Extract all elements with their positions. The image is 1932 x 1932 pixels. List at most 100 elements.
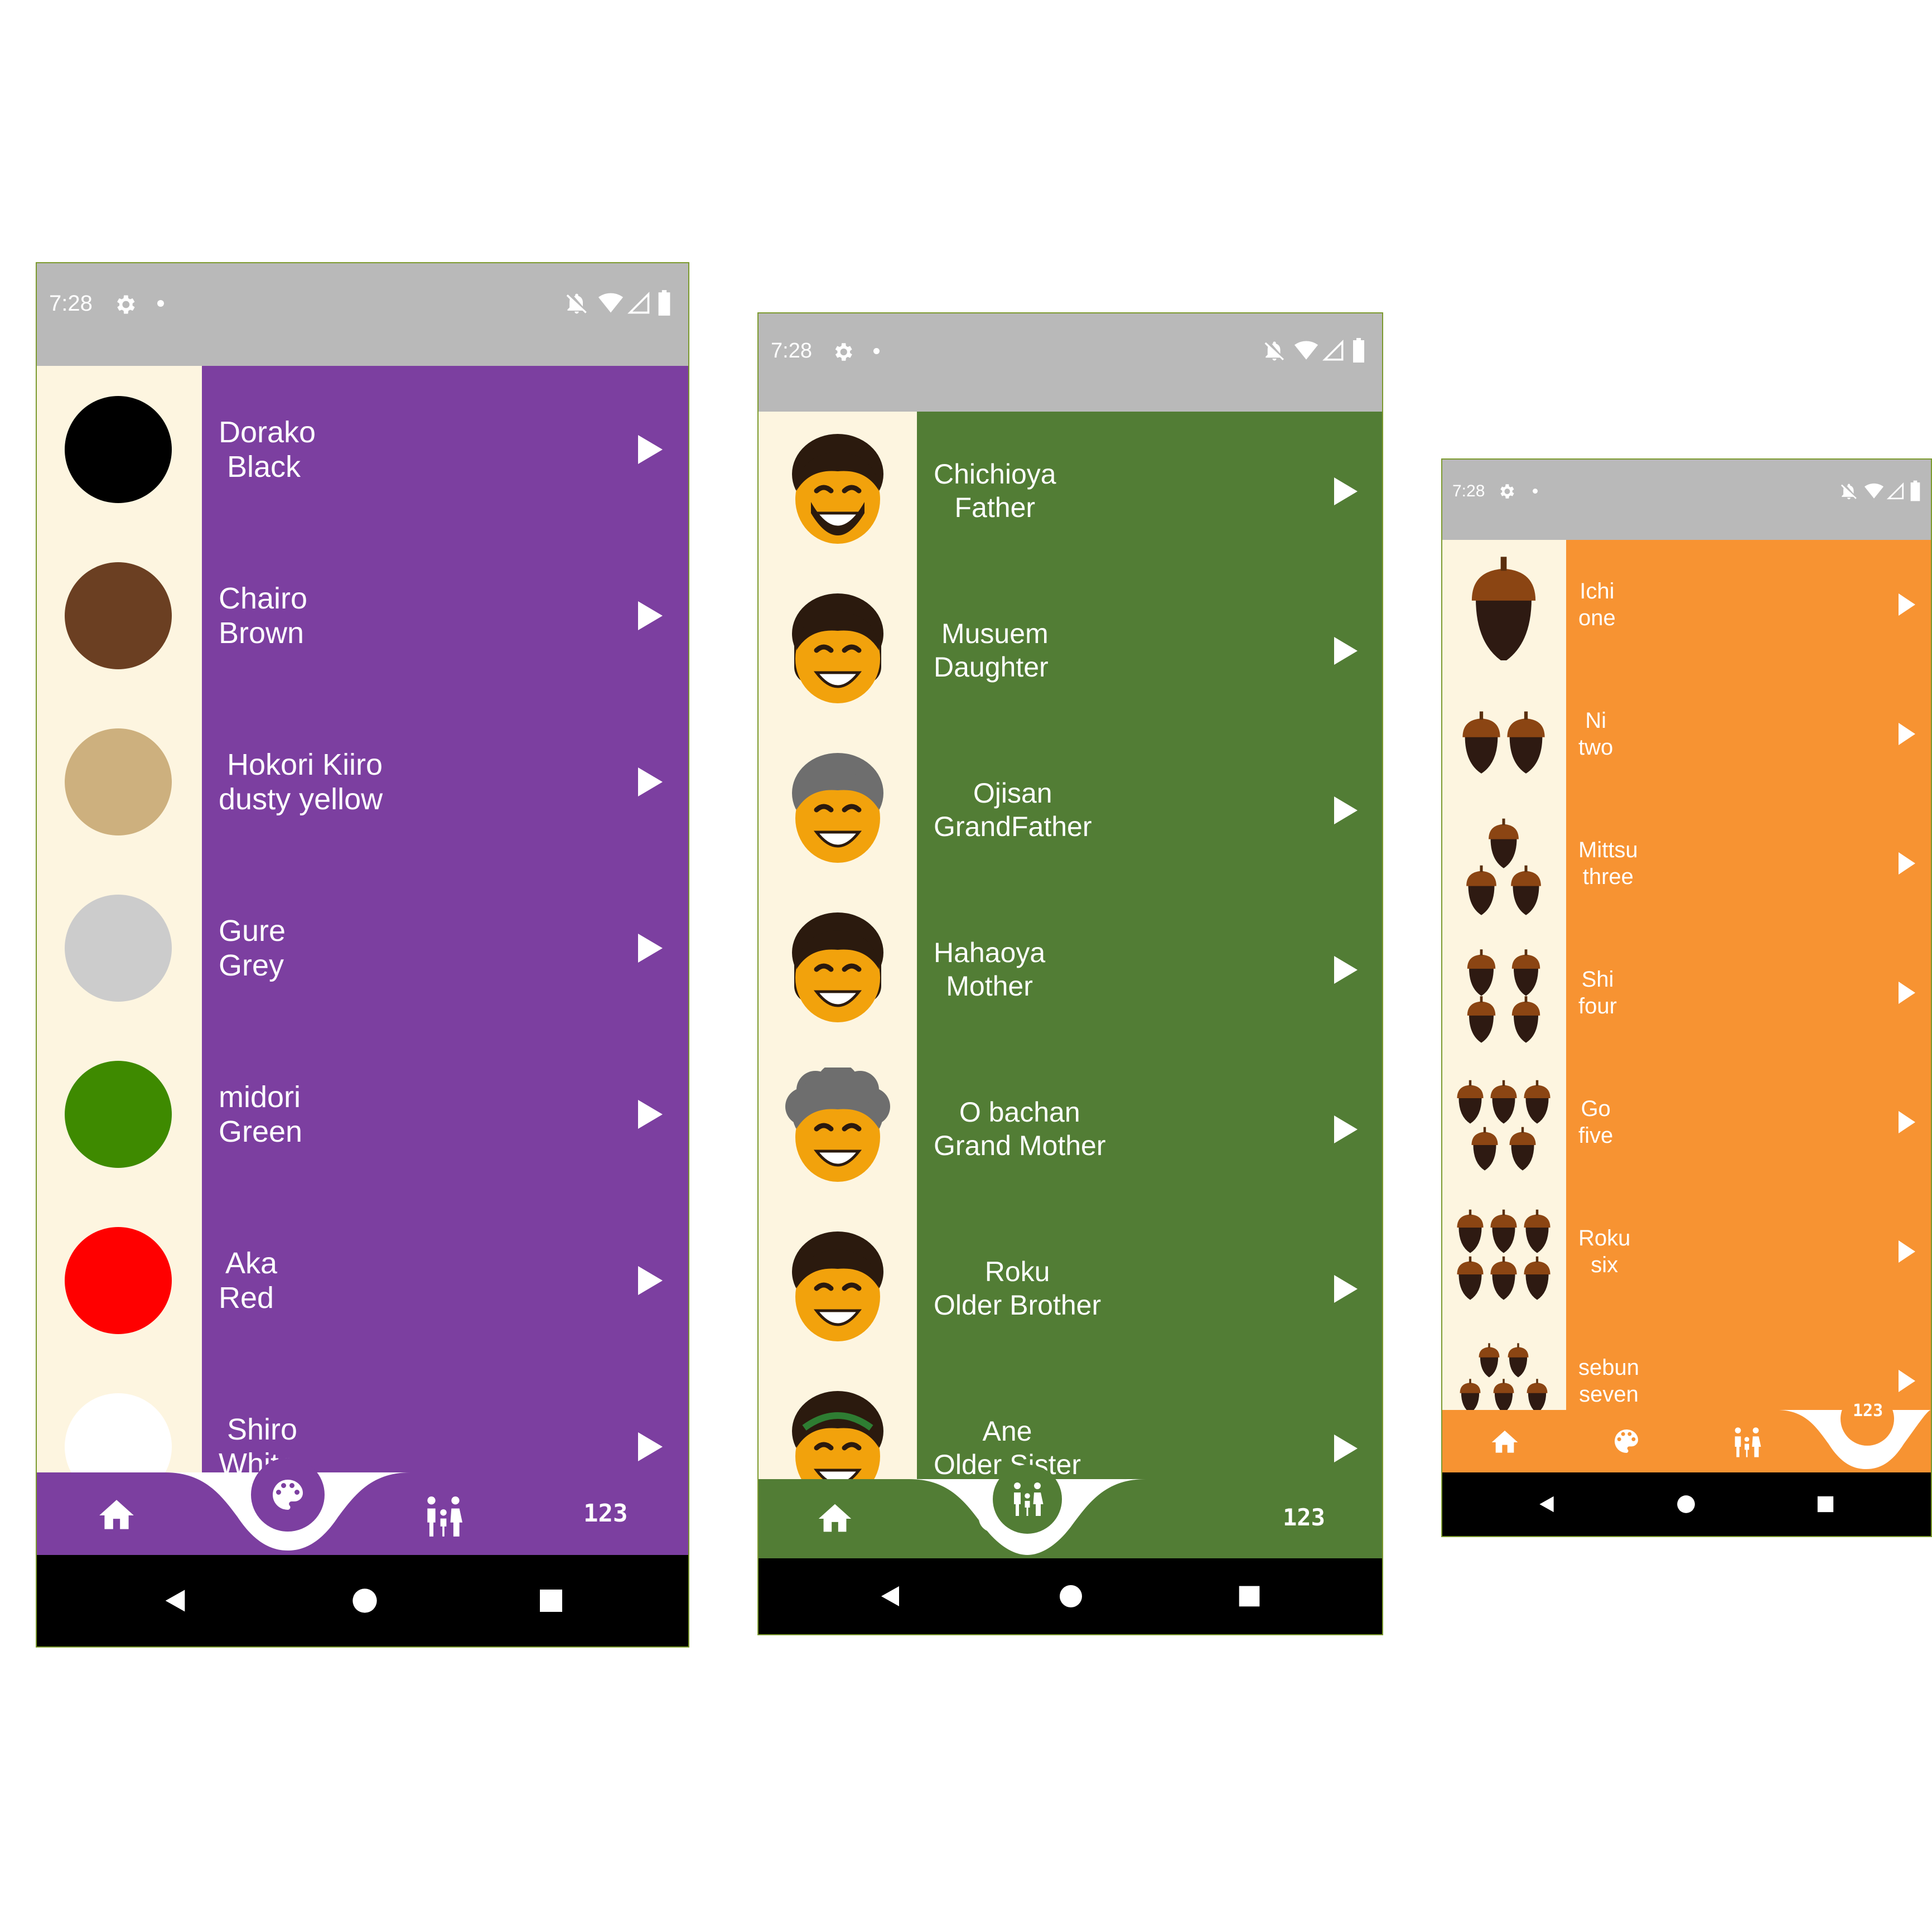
notifications-off-icon — [1264, 341, 1284, 361]
color-swatch-grey — [65, 895, 172, 1002]
play-icon[interactable] — [1334, 477, 1358, 505]
settings-icon — [117, 295, 135, 314]
color-item-grey[interactable]: Gure Grey — [37, 864, 688, 1031]
play-icon[interactable] — [1899, 723, 1915, 745]
play-icon[interactable] — [638, 435, 663, 464]
family-item-mother[interactable]: Hahaoya Mother — [759, 890, 1382, 1050]
signal-icon — [1886, 482, 1904, 500]
father-avatar-icon — [792, 434, 883, 544]
nav-palette-icon[interactable] — [243, 1450, 332, 1539]
color-item-label: Aka Red — [219, 1247, 278, 1315]
number-item-six[interactable]: Roku six — [1442, 1187, 1931, 1316]
play-icon[interactable] — [1899, 1111, 1915, 1133]
family-item-label: O bachan Grand Mother — [934, 1097, 1106, 1161]
home-button[interactable] — [1057, 1583, 1084, 1610]
nav-family-icon[interactable] — [1729, 1424, 1765, 1460]
play-icon[interactable] — [1899, 982, 1915, 1004]
family-item-daughter[interactable]: Musuem Daughter — [759, 571, 1382, 731]
notifications-off-icon — [566, 293, 587, 314]
status-time: 7:28 — [771, 339, 812, 363]
color-item-red[interactable]: Aka Red — [37, 1197, 688, 1363]
play-icon[interactable] — [1899, 1370, 1915, 1392]
nav-numbers-label[interactable]: 123 — [583, 1499, 627, 1528]
wifi-icon — [598, 293, 623, 313]
play-icon[interactable] — [1899, 852, 1915, 875]
nav-family-icon[interactable] — [419, 1493, 467, 1540]
home-button[interactable] — [1675, 1494, 1697, 1515]
play-icon[interactable] — [638, 601, 663, 630]
number-item-two[interactable]: Ni two — [1442, 669, 1931, 799]
battery-icon — [1353, 338, 1364, 363]
back-button[interactable] — [877, 1583, 904, 1610]
battery-icon — [658, 290, 670, 316]
color-list[interactable]: Dorako Black Chairo Brown Hokori Kiiro dus… — [37, 366, 688, 1500]
family-item-grandfather[interactable]: Ojisan GrandFather — [759, 731, 1382, 890]
grandmother-avatar-icon — [785, 1068, 890, 1182]
recents-button[interactable] — [1237, 1584, 1262, 1609]
play-icon[interactable] — [638, 1266, 663, 1295]
number-item-label: Go five — [1578, 1097, 1614, 1148]
acorn-group-icon — [1471, 557, 1536, 660]
play-icon[interactable] — [638, 767, 663, 796]
color-item-dusty-yellow[interactable]: Hokori Kiiro dusty yellow — [37, 698, 688, 864]
number-item-five[interactable]: Go five — [1442, 1057, 1931, 1187]
status-bar: 7:28 — [759, 313, 1382, 412]
nav-numbers-label[interactable]: 123 — [1283, 1504, 1325, 1531]
battery-icon — [1910, 480, 1920, 501]
color-item-black[interactable]: Dorako Black — [37, 366, 688, 532]
nav-home-icon[interactable] — [1489, 1427, 1520, 1458]
wifi-icon — [1295, 341, 1318, 360]
status-time: 7:28 — [1452, 482, 1485, 500]
family-list[interactable]: Chichioya Father Musuem Daughter Ojisan Gran… — [759, 412, 1382, 1501]
color-swatch-black — [65, 396, 172, 503]
play-icon[interactable] — [1334, 1434, 1358, 1462]
number-item-label: Shi four — [1578, 967, 1617, 1018]
play-icon[interactable] — [1334, 1275, 1358, 1303]
family-item-label: Chichioya Father — [934, 458, 1056, 523]
back-button[interactable] — [1536, 1494, 1557, 1515]
nav-palette-icon[interactable] — [1611, 1426, 1642, 1457]
recents-button[interactable] — [538, 1587, 564, 1614]
numbers-list[interactable]: Ichi one Ni two Mittsu three Shi four Go five Roku… — [1442, 540, 1931, 1437]
play-icon[interactable] — [1334, 956, 1358, 984]
number-item-four[interactable]: Shi four — [1442, 928, 1931, 1057]
play-icon[interactable] — [1899, 593, 1915, 616]
color-item-green[interactable]: midori Green — [37, 1031, 688, 1197]
grandfather-avatar-icon — [792, 753, 883, 863]
status-bar: 7:28 — [1442, 460, 1931, 540]
number-item-one[interactable]: Ichi one — [1442, 540, 1931, 669]
phone-numbers-screen: 7:28 Ichi one Ni two Mittsu three Shi four Go fiv… — [1441, 458, 1932, 1537]
settings-icon — [835, 343, 852, 361]
number-item-label: sebun seven — [1578, 1355, 1639, 1407]
family-item-grandmother[interactable]: O bachan Grand Mother — [759, 1050, 1382, 1209]
play-icon[interactable] — [638, 1100, 663, 1129]
number-item-label: Roku six — [1578, 1226, 1631, 1277]
signal-icon — [627, 292, 650, 314]
recents-button[interactable] — [1816, 1495, 1835, 1514]
nav-numbers-label[interactable]: 123 — [1853, 1401, 1883, 1421]
play-icon[interactable] — [1334, 796, 1358, 824]
color-item-brown[interactable]: Chairo Brown — [37, 532, 688, 698]
home-button[interactable] — [350, 1586, 379, 1615]
play-icon[interactable] — [638, 934, 663, 963]
play-icon[interactable] — [1334, 637, 1358, 665]
bottom-nav: 123 — [1442, 1392, 1931, 1472]
back-button[interactable] — [161, 1586, 190, 1615]
bottom-nav: 123 — [37, 1458, 688, 1555]
color-swatch-red — [65, 1227, 172, 1334]
family-item-label: Ojisan GrandFather — [934, 777, 1092, 842]
nav-home-icon[interactable] — [815, 1499, 854, 1538]
family-item-brother[interactable]: Roku Older Brother — [759, 1209, 1382, 1369]
number-item-three[interactable]: Mittsu three — [1442, 799, 1931, 928]
acorn-group-icon — [1466, 818, 1541, 915]
play-icon[interactable] — [1334, 1115, 1358, 1143]
nav-home-icon[interactable] — [96, 1495, 137, 1536]
play-icon[interactable] — [1899, 1240, 1915, 1263]
color-swatch-brown — [65, 562, 172, 669]
notification-dot — [873, 348, 880, 354]
play-icon[interactable] — [638, 1432, 663, 1461]
nav-family-icon[interactable] — [985, 1457, 1070, 1542]
daughter-avatar-icon — [792, 593, 883, 703]
notification-dot — [1533, 489, 1538, 494]
family-item-father[interactable]: Chichioya Father — [759, 412, 1382, 571]
